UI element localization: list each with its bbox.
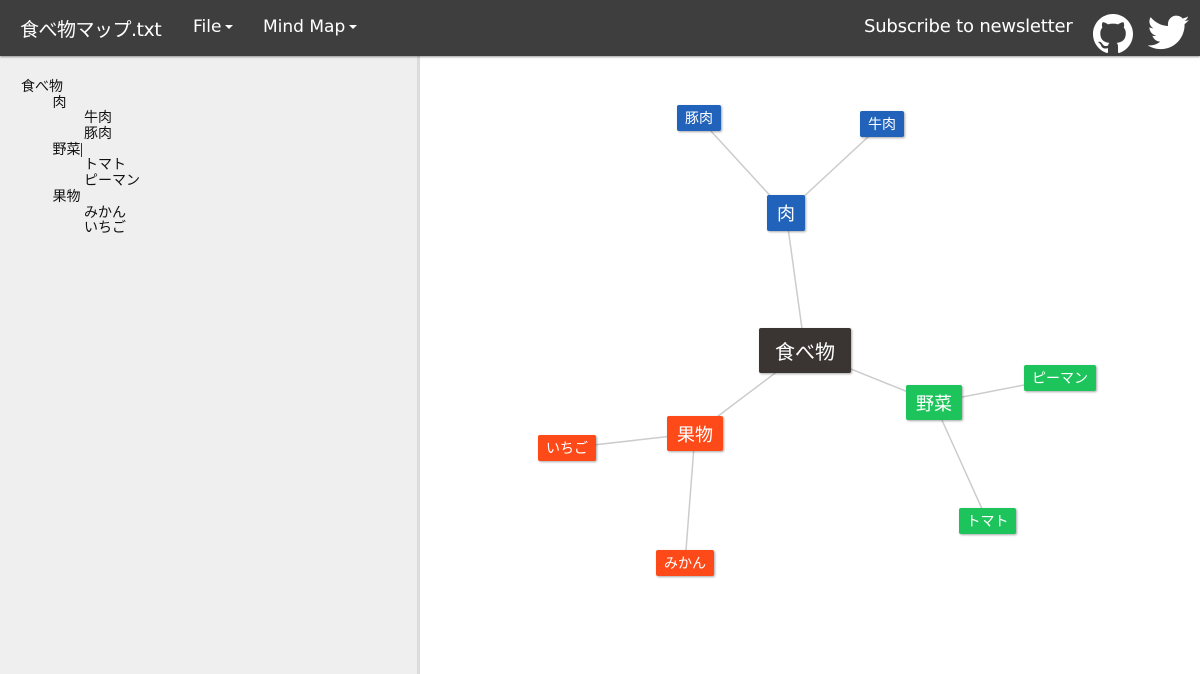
editor-line[interactable]: いちご (21, 220, 140, 237)
mind-map-branch-node[interactable]: 野菜 (906, 385, 962, 420)
editor-line[interactable]: トマト (21, 158, 140, 174)
file-menu-label: File (193, 17, 222, 37)
top-navbar: 食べ物マップ.txt File Mind Map Subscribe to ne… (0, 0, 1200, 56)
editor-line-text: 食べ物 (21, 79, 63, 95)
editor-line-text: ピーマン (84, 173, 140, 190)
mind-map-leaf-node[interactable]: みかん (656, 550, 714, 576)
editor-line-text: 果物 (52, 188, 81, 205)
mind-map-leaf-node[interactable]: ピーマン (1024, 365, 1096, 391)
editor-line[interactable]: 豚肉 (21, 126, 140, 143)
mind-map-leaf-node[interactable]: トマト (959, 508, 1016, 534)
mind-map-leaf-node[interactable]: 牛肉 (860, 111, 904, 137)
outline-text-editor[interactable]: 食べ物肉牛肉 豚肉 野菜 トマト ピーマン 果物 みかん いちご (21, 79, 140, 237)
mind-map-edge (933, 402, 989, 522)
editor-line[interactable]: みかん (21, 204, 140, 222)
editor-line[interactable]: 牛肉 (21, 111, 140, 127)
text-editor-panel[interactable]: 食べ物肉牛肉 豚肉 野菜 トマト ピーマン 果物 みかん いちご (0, 56, 420, 674)
subscribe-link[interactable]: Subscribe to newsletter (864, 16, 1073, 37)
editor-line[interactable]: 肉 (21, 94, 140, 112)
editor-line-text: みかん (84, 204, 126, 221)
app-title: 食べ物マップ.txt (20, 19, 162, 41)
editor-line-text: 豚肉 (84, 126, 112, 143)
mind-map-edge (684, 433, 696, 564)
github-icon[interactable] (1093, 14, 1133, 54)
mind-map-leaf-node[interactable]: 豚肉 (677, 105, 721, 131)
editor-line-text: 牛肉 (84, 110, 112, 127)
mind-map-root-node[interactable]: 食べ物 (759, 328, 851, 373)
editor-line[interactable]: 果物 (21, 188, 140, 206)
caret-down-icon (225, 25, 234, 29)
mind-map-canvas[interactable]: 食べ物 肉 豚肉 牛肉野菜 ピーマントマト 果物いちごみかん (423, 56, 1200, 674)
editor-line[interactable]: 食べ物 (21, 79, 140, 96)
editor-line-text: トマト (84, 157, 126, 174)
mind-map-leaf-node[interactable]: いちご (538, 435, 596, 461)
mind-map-branch-node[interactable]: 肉 (767, 195, 805, 231)
editor-line[interactable]: ピーマン (21, 173, 140, 190)
mind-map-menu-label: Mind Map (263, 17, 346, 37)
twitter-icon[interactable] (1147, 15, 1190, 51)
editor-line-text: いちご (84, 220, 126, 237)
mind-map-menu[interactable]: Mind Map (263, 17, 358, 37)
file-menu[interactable]: File (193, 17, 234, 37)
caret-down-icon (349, 25, 358, 29)
mind-map-branch-node[interactable]: 果物 (667, 416, 723, 451)
text-cursor (80, 142, 82, 157)
editor-line[interactable]: 野菜 (21, 141, 140, 159)
editor-line-text: 肉 (52, 94, 67, 111)
editor-line-text: 野菜 (52, 141, 81, 158)
